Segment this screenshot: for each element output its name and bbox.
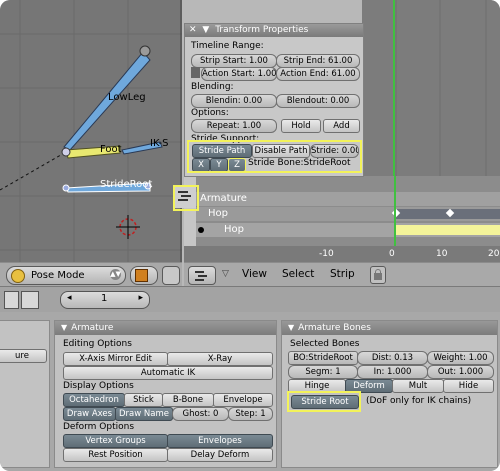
- out-field[interactable]: Out: 1.000: [427, 365, 494, 379]
- left-panel: ure: [0, 320, 50, 468]
- transform-properties-panel: ✕ ▼ Transform Properties Timeline Range:…: [184, 23, 364, 177]
- armature-panel: ▼ Armature Editing Options X-Axis Mirror …: [54, 320, 277, 468]
- bone-label-strideroot: StrideRoot: [100, 179, 153, 190]
- add-button[interactable]: Add: [323, 119, 360, 133]
- envelope-button[interactable]: Envelope: [213, 393, 273, 407]
- x-axis-mirror-button[interactable]: X-Axis Mirror Edit: [63, 352, 168, 366]
- octahedron-button[interactable]: Octahedron: [63, 393, 125, 407]
- editor-type-select[interactable]: [188, 266, 216, 285]
- timeline-range-label: Timeline Range:: [191, 41, 264, 51]
- draw-type-select[interactable]: [130, 266, 158, 285]
- lock-icon[interactable]: [191, 67, 200, 78]
- display-options-label: Display Options: [63, 381, 134, 391]
- hold-button[interactable]: Hold: [281, 119, 321, 133]
- left-panel-button[interactable]: ure: [0, 349, 47, 363]
- in-field[interactable]: In: 1.000: [357, 365, 428, 379]
- b-bone-button[interactable]: B-Bone: [162, 393, 214, 407]
- ruler-tick-label: 10: [436, 249, 448, 259]
- strip-start-field[interactable]: Strip Start: 1.00: [191, 54, 277, 68]
- collapse-icon[interactable]: ▼: [202, 25, 209, 35]
- pose-mode-icon: [11, 269, 25, 283]
- buttons-area: ure ▼ Armature Editing Options X-Axis Mir…: [0, 312, 500, 471]
- dof-note-label: (DoF only for IK chains): [366, 396, 472, 406]
- vertex-groups-button[interactable]: Vertex Groups: [63, 434, 168, 448]
- mode-select-label: Pose Mode: [31, 270, 85, 281]
- hide-button[interactable]: Hide: [443, 379, 494, 393]
- envelopes-button[interactable]: Envelopes: [167, 434, 273, 448]
- repeat-field[interactable]: Repeat: 1.00: [191, 119, 277, 133]
- bone-label-foot: Foot: [100, 144, 122, 155]
- x-ray-button[interactable]: X-Ray: [167, 352, 273, 366]
- strip-dot-icon: [198, 227, 204, 233]
- chevron-down-icon: ▲▼: [110, 269, 121, 280]
- options-label: Options:: [191, 108, 229, 118]
- bone-label-lowleg: LowLeg: [108, 92, 146, 103]
- bone-name-field[interactable]: BO:StrideRoot: [288, 351, 358, 365]
- draw-name-button[interactable]: Draw Name: [115, 407, 173, 421]
- viewport-canvas: [0, 0, 182, 262]
- ruler-tick-label: -10: [319, 249, 334, 259]
- action-end-field[interactable]: Action End: 61.00: [276, 67, 360, 81]
- viewport-header: Pose Mode ▲▼: [0, 262, 182, 287]
- draw-axes-button[interactable]: Draw Axes: [63, 407, 116, 421]
- editing-options-label: Editing Options: [63, 339, 132, 349]
- collapse-menu-icon[interactable]: ▽: [222, 269, 229, 279]
- menu-view[interactable]: View: [242, 268, 267, 280]
- menu-select[interactable]: Select: [282, 268, 314, 280]
- nla-row-armature[interactable]: Armature: [196, 192, 500, 206]
- highlight-box-stride-support: [187, 140, 362, 173]
- strip-end-field[interactable]: Strip End: 61.00: [276, 54, 360, 68]
- frame-number-field[interactable]: ◂ 1 ▸: [60, 291, 150, 309]
- 3d-viewport[interactable]: LowLeg Foot IK-S StrideRoot: [0, 0, 182, 262]
- nla-header: ▽ View Select Strip: [184, 262, 500, 287]
- ruler-tick-label: 20: [488, 249, 500, 259]
- highlight-box-stride-root: [287, 391, 361, 412]
- weight-field[interactable]: Weight: 1.00: [427, 351, 494, 365]
- collapse-icon[interactable]: ▼: [61, 321, 67, 335]
- rest-position-button[interactable]: Rest Position: [63, 448, 168, 462]
- mode-select[interactable]: Pose Mode ▲▼: [6, 266, 126, 285]
- viewport-extra-button[interactable]: [162, 266, 180, 285]
- close-icon[interactable]: ✕: [189, 25, 197, 35]
- delay-deform-button[interactable]: Delay Deform: [167, 448, 273, 462]
- automatic-ik-button[interactable]: Automatic IK: [63, 366, 273, 380]
- armature-bones-panel: ▼ Armature Bones Selected Bones BO:Stride…: [281, 320, 498, 468]
- highlight-box-channel-icon: [173, 185, 199, 211]
- image-icon[interactable]: [21, 291, 39, 309]
- cube-icon: [135, 269, 148, 282]
- selected-bones-label: Selected Bones: [290, 339, 360, 349]
- mult-button[interactable]: Mult: [392, 379, 444, 393]
- menu-strip[interactable]: Strip: [330, 268, 355, 280]
- nla-channel-area[interactable]: Armature Hop Hop -10 0 10 20: [173, 176, 500, 262]
- decrement-icon[interactable]: ◂: [67, 293, 72, 303]
- panel-icon[interactable]: [4, 291, 19, 309]
- lock-button[interactable]: [370, 266, 386, 284]
- ruler-tick-label: 0: [389, 249, 395, 259]
- armature-panel-header[interactable]: ▼ Armature: [55, 321, 276, 335]
- nla-strip-hop[interactable]: [396, 225, 500, 235]
- deform-options-label: Deform Options: [63, 422, 135, 432]
- ghost-field[interactable]: Ghost: 0: [172, 407, 229, 421]
- step-field[interactable]: Step: 1: [228, 407, 273, 421]
- blending-label: Blending:: [191, 82, 234, 92]
- dist-field[interactable]: Dist: 0.13: [357, 351, 428, 365]
- action-start-field[interactable]: Action Start: 1.00: [201, 67, 277, 81]
- transform-properties-header[interactable]: ✕ ▼ Transform Properties: [185, 24, 363, 37]
- buttons-window-header: ◂ 1 ▸: [0, 286, 500, 313]
- armature-bones-panel-header[interactable]: ▼ Armature Bones: [282, 321, 497, 335]
- increment-icon[interactable]: ▸: [138, 293, 143, 303]
- bone-label-ik: IK-S: [150, 138, 169, 149]
- stick-button[interactable]: Stick: [124, 393, 163, 407]
- segm-field[interactable]: Segm: 1: [288, 365, 358, 379]
- blendout-field[interactable]: Blendout: 0.00: [276, 94, 360, 108]
- collapse-icon[interactable]: ▼: [288, 321, 294, 335]
- panel-title: Transform Properties: [215, 25, 309, 35]
- blendin-field[interactable]: Blendin: 0.00: [191, 94, 277, 108]
